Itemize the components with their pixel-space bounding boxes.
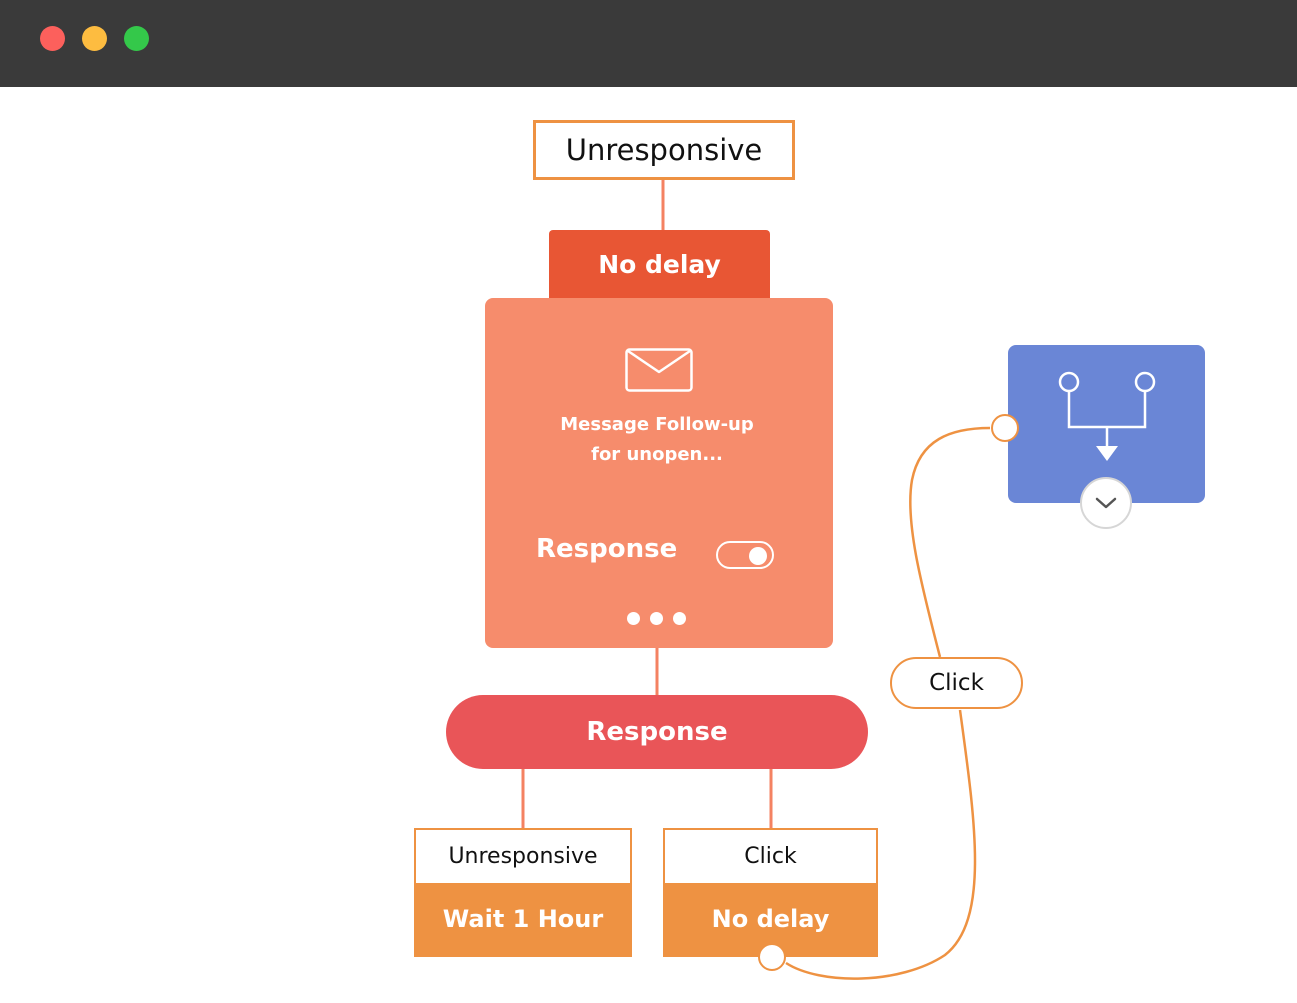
expand-button[interactable] [1080,477,1132,529]
delay-header[interactable]: No delay [549,230,770,298]
zoom-window-button[interactable] [124,26,149,51]
window-titlebar [0,0,1297,87]
branch-condition: Unresponsive [448,844,598,869]
input-port[interactable] [991,414,1019,442]
minimize-window-button[interactable] [82,26,107,51]
more-dots-icon[interactable] [627,612,686,625]
response-toggle-label: Response [536,534,678,564]
chevron-down-icon [1095,497,1117,509]
delay-label: No delay [598,249,721,279]
response-split-node[interactable]: Response [446,695,868,769]
toggle-knob [749,547,767,565]
message-title: Message Follow-up for unopen... [485,410,829,470]
response-toggle[interactable] [716,541,774,569]
envelope-icon [625,348,693,392]
branch-delay: Wait 1 Hour [416,883,630,955]
branch-condition: Click [744,844,797,869]
message-card[interactable]: Message Follow-up for unopen... Response [485,298,833,648]
close-window-button[interactable] [40,26,65,51]
trigger-node[interactable]: Unresponsive [533,120,795,180]
trigger-label: Unresponsive [565,133,763,167]
message-title-line-2: for unopen... [591,444,723,465]
branch-unresponsive[interactable]: Unresponsive Wait 1 Hour [414,828,632,957]
connector-label-click[interactable]: Click [890,657,1023,709]
connector-label: Click [929,670,984,696]
branch-click[interactable]: Click No delay [663,828,878,957]
output-port[interactable] [758,943,786,971]
merge-split-icon [1058,371,1156,461]
response-split-label: Response [586,717,728,747]
message-title-line-1: Message Follow-up [560,414,754,435]
